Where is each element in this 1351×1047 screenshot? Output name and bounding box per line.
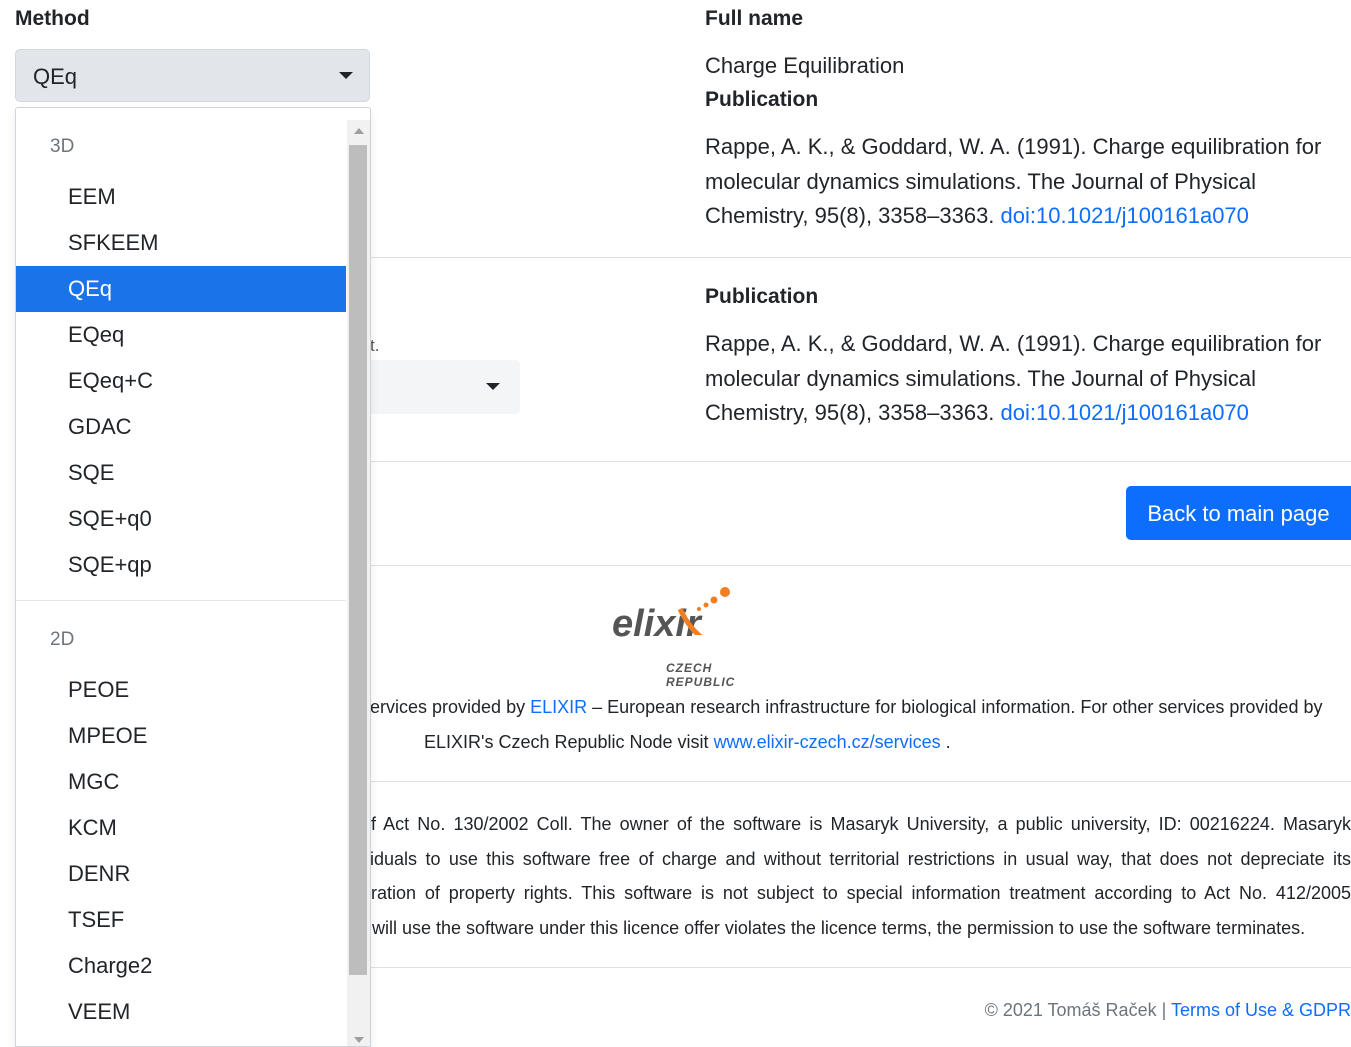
scroll-up-icon[interactable]: [354, 128, 364, 134]
elixir-text-line2: ELIXIR's Czech Republic Node visit www.e…: [424, 732, 951, 753]
copyright-text: © 2021 Tomáš Raček |: [984, 1000, 1167, 1020]
doi-link-2[interactable]: doi:10.1021/j100161a070: [1001, 400, 1249, 425]
option-sqe[interactable]: SQE: [16, 450, 346, 496]
elixir-text-pre: ervices provided by: [370, 697, 531, 717]
option-mgc[interactable]: MGC: [16, 759, 346, 805]
method-dropdown-list[interactable]: 3D EEM SFKEEM QEq EQeq EQeq+C GDAC SQE S…: [15, 107, 371, 1047]
method-select-value: QEq: [33, 64, 78, 89]
divider: [370, 781, 1351, 782]
group-separator: [16, 600, 346, 601]
footer: © 2021 Tomáš Raček | Terms of Use & GDPR: [985, 1000, 1351, 1021]
caret-down-icon: [339, 72, 353, 79]
terms-of-use-link[interactable]: Terms of Use & GDPR: [1171, 1000, 1351, 1020]
option-kcm[interactable]: KCM: [16, 805, 346, 851]
elixir-czech-services-link[interactable]: www.elixir-czech.cz/services: [714, 732, 941, 752]
licence-line: ) will use the software under this licen…: [361, 918, 1306, 938]
publication-label: Publication: [705, 88, 819, 111]
elixir-link[interactable]: ELIXIR: [530, 697, 587, 717]
divider: [370, 257, 1351, 258]
option-mpeoe[interactable]: MPEOE: [16, 713, 346, 759]
doi-link[interactable]: doi:10.1021/j100161a070: [1001, 203, 1249, 228]
option-qeq[interactable]: QEq: [16, 266, 346, 312]
publication-label-2: Publication: [705, 285, 819, 308]
method-select[interactable]: QEq: [15, 49, 370, 102]
publication-text-2: Rappe, A. K., & Goddard, W. A. (1991). C…: [705, 327, 1351, 431]
option-eem[interactable]: EEM: [16, 174, 346, 220]
scroll-down-icon[interactable]: [354, 1037, 364, 1043]
divider: [370, 565, 1351, 566]
dropdown-scrollbar[interactable]: [347, 120, 370, 1046]
scrollbar-thumb[interactable]: [349, 145, 367, 975]
divider: [370, 461, 1351, 462]
elixir-dots-icon: [677, 587, 730, 635]
group-label-2d: 2D: [50, 629, 75, 650]
elixir-logo-sub2: REPUBLIC: [666, 675, 736, 689]
elixir-text-line1: ervices provided by ELIXIR – European re…: [370, 697, 1322, 718]
option-denr[interactable]: DENR: [16, 851, 346, 897]
option-sqe-q0[interactable]: SQE+q0: [16, 496, 346, 542]
elixir-node-text-end: .: [940, 732, 951, 752]
full-name-label: Full name: [705, 7, 804, 30]
elixir-text-post: – European research infrastructure for b…: [587, 697, 1323, 717]
method-label: Method: [15, 7, 90, 30]
option-sqe-qp[interactable]: SQE+qp: [16, 542, 346, 588]
option-tsef[interactable]: TSEF: [16, 897, 346, 943]
caret-down-icon: [486, 383, 500, 390]
param-hint: t.: [370, 336, 380, 355]
publication-text: Rappe, A. K., & Goddard, W. A. (1991). C…: [705, 130, 1351, 234]
licence-line: uration of property rights. This softwar…: [361, 883, 1351, 903]
licence-line: of Act No. 130/2002 Coll. The owner of t…: [361, 814, 1351, 834]
option-veem[interactable]: VEEM: [16, 989, 346, 1035]
licence-line: viduals to use this software free of cha…: [361, 849, 1351, 869]
group-label-3d: 3D: [50, 136, 75, 157]
option-charge2[interactable]: Charge2: [16, 943, 346, 989]
elixir-logo[interactable]: elixir CZECH REPUBLIC: [610, 585, 760, 689]
option-eqeq-c[interactable]: EQeq+C: [16, 358, 346, 404]
back-to-main-page-button[interactable]: Back to main page: [1126, 486, 1351, 540]
divider: [370, 967, 1351, 968]
elixir-logo-sub1: CZECH: [666, 661, 713, 675]
option-sfkeem[interactable]: SFKEEM: [16, 220, 346, 266]
option-eqeq[interactable]: EQeq: [16, 312, 346, 358]
option-peoe[interactable]: PEOE: [16, 667, 346, 713]
elixir-node-text: ELIXIR's Czech Republic Node visit: [424, 732, 714, 752]
full-name-value: Charge Equilibration: [705, 53, 905, 78]
option-gdac[interactable]: GDAC: [16, 404, 346, 450]
parameters-select[interactable]: [360, 360, 520, 414]
